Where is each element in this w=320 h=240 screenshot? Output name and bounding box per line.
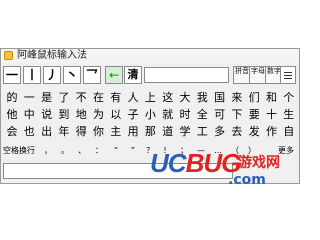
char-key[interactable]: 们 [245,89,263,106]
char-key[interactable]: 时 [176,106,194,123]
char-key[interactable]: 子 [124,106,142,123]
char-key[interactable]: 出 [38,123,56,140]
char-key[interactable]: 不 [72,89,90,106]
char-key[interactable]: 也 [20,123,38,140]
char-key[interactable]: 那 [141,123,159,140]
window-title: 阿峰鼠标输入法 [17,50,87,61]
char-key[interactable]: 到 [55,106,73,123]
stroke-input[interactable] [144,67,229,83]
char-key[interactable]: 多 [211,123,229,140]
char-key[interactable]: 国 [211,89,229,106]
char-key[interactable]: 下 [228,106,246,123]
stroke-button-zhe[interactable]: 乛 [83,66,101,84]
char-key[interactable]: 工 [193,123,211,140]
char-key[interactable]: 一 [20,89,38,106]
char-key[interactable]: 小 [141,106,159,123]
char-key[interactable]: 大 [176,89,194,106]
char-key[interactable]: 上 [141,89,159,106]
char-key[interactable]: 生 [280,106,298,123]
char-key[interactable]: 说 [38,106,56,123]
title-bar[interactable]: 阿峰鼠标输入法 [1,49,299,63]
char-key[interactable]: 得 [72,123,90,140]
toolbar: 一 丨 丿 丶 乛 ← 清 拼音 字母 数字 [3,66,297,86]
char-key[interactable]: 这 [159,89,177,106]
char-key[interactable]: 以 [107,106,125,123]
char-key[interactable]: 他 [3,106,21,123]
char-key[interactable]: 全 [193,106,211,123]
space-key[interactable]: 空格 [3,143,19,159]
watermark-logo: UCBUG 游戏网 .com [150,148,300,198]
char-key[interactable]: 要 [245,106,263,123]
watermark-cn: 游戏网 [238,155,280,171]
char-key[interactable]: 地 [72,106,90,123]
char-key[interactable]: 十 [263,106,281,123]
char-key[interactable]: 作 [263,123,281,140]
stroke-button-shu[interactable]: 丨 [23,66,41,84]
stroke-button-heng[interactable]: 一 [3,66,21,84]
watermark-uc: UCBUG [150,148,241,178]
backspace-button[interactable]: ← [105,66,123,84]
char-key[interactable]: 用 [124,123,142,140]
char-key[interactable]: 中 [20,106,38,123]
char-key[interactable]: 年 [55,123,73,140]
char-key[interactable]: 个 [280,89,298,106]
char-key[interactable]: 人 [124,89,142,106]
menu-icon[interactable] [280,66,296,84]
char-key[interactable]: 和 [263,89,281,106]
char-key[interactable]: 有 [107,89,125,106]
char-key[interactable]: 为 [90,106,108,123]
punct-key[interactable]: 。 [58,143,72,159]
punct-key[interactable]: ： [92,143,106,159]
app-icon [4,51,13,60]
left-arrow-icon: ← [108,68,120,82]
char-key[interactable]: 的 [3,89,21,106]
watermark-com: .com [228,172,266,188]
char-key[interactable]: 道 [159,123,177,140]
newline-key[interactable]: 换行 [19,143,35,159]
clear-button[interactable]: 清 [124,66,142,84]
punct-key[interactable]: ， [41,143,55,159]
stroke-button-dian[interactable]: 丶 [63,66,81,84]
char-key[interactable]: 来 [228,89,246,106]
char-key[interactable]: 我 [193,89,211,106]
char-key[interactable]: 可 [211,106,229,123]
char-key[interactable]: 自 [280,123,298,140]
char-key[interactable]: 了 [55,89,73,106]
stroke-button-pie[interactable]: 丿 [43,66,61,84]
char-key[interactable]: 去 [228,123,246,140]
char-key[interactable]: 会 [3,123,21,140]
char-key[interactable]: 发 [245,123,263,140]
punct-key[interactable]: 、 [75,143,89,159]
char-key[interactable]: 是 [38,89,56,106]
char-key[interactable]: 主 [107,123,125,140]
punct-key[interactable]: “ [109,143,123,159]
char-key[interactable]: 就 [159,106,177,123]
punct-key[interactable]: ” [126,143,140,159]
char-key[interactable]: 学 [176,123,194,140]
char-key[interactable]: 在 [90,89,108,106]
char-key[interactable]: 你 [90,123,108,140]
